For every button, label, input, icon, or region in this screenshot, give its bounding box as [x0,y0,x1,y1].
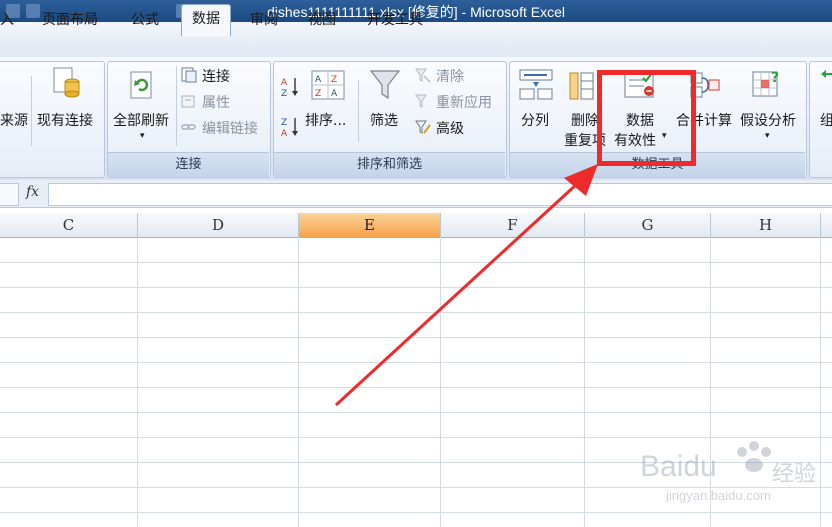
watermark-brand: Baidu [640,450,717,483]
watermark: Baidu 经验 jingyan.baidu.com [640,436,830,516]
watermark-url: jingyan.baidu.com [666,488,771,503]
watermark-sub: 经验 [772,462,817,487]
